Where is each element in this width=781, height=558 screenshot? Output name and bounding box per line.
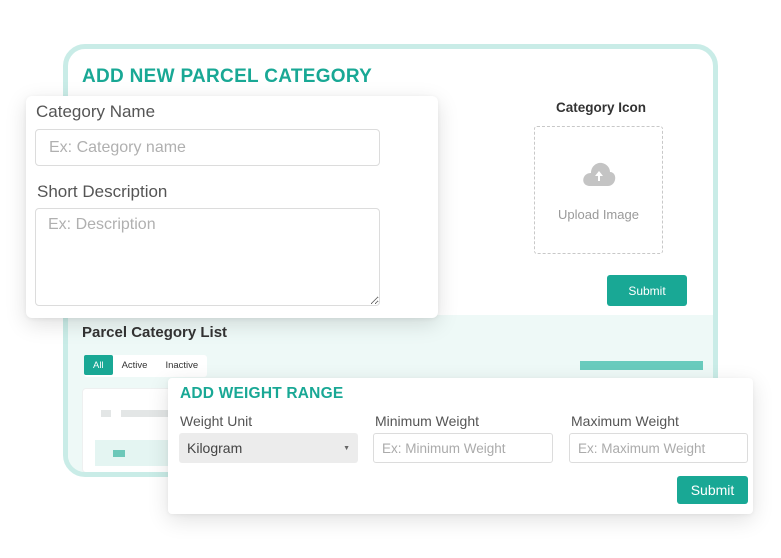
weight-unit-select[interactable]: Kilogram ▼ [179, 433, 358, 463]
weight-range-form: ADD WEIGHT RANGE Weight Unit Kilogram ▼ … [168, 378, 753, 514]
category-list-title: Parcel Category List [82, 324, 228, 341]
category-details-form: Category Name Short Description [26, 96, 438, 318]
category-filter-tabs: All Active Inactive [84, 355, 208, 377]
minimum-weight-input[interactable] [373, 433, 553, 463]
page-title: ADD NEW PARCEL CATEGORY [82, 66, 373, 87]
category-name-input[interactable] [35, 129, 380, 166]
short-description-label: Short Description [37, 182, 168, 201]
caret-down-icon: ▼ [343, 444, 350, 452]
cloud-upload-icon [583, 162, 616, 186]
weight-range-submit-button[interactable]: Submit [677, 476, 748, 504]
placeholder-block [101, 410, 111, 417]
category-submit-button[interactable]: Submit [607, 275, 687, 306]
category-name-label: Category Name [36, 102, 156, 121]
upload-image-label: Upload Image [558, 207, 639, 222]
category-icon-label: Category Icon [555, 100, 647, 115]
maximum-weight-input[interactable] [569, 433, 748, 463]
weight-unit-value: Kilogram [187, 440, 243, 456]
maximum-weight-label: Maximum Weight [571, 413, 679, 429]
placeholder-marker [113, 450, 125, 457]
tab-active[interactable]: Active [113, 355, 157, 375]
weight-range-title: ADD WEIGHT RANGE [180, 385, 344, 402]
table-header-bar [580, 361, 703, 370]
tab-all[interactable]: All [84, 355, 113, 375]
minimum-weight-label: Minimum Weight [375, 413, 479, 429]
short-description-textarea[interactable] [35, 208, 380, 306]
upload-image-dropzone[interactable]: Upload Image [534, 126, 663, 254]
weight-unit-label: Weight Unit [180, 413, 253, 429]
tab-inactive[interactable]: Inactive [156, 355, 207, 375]
